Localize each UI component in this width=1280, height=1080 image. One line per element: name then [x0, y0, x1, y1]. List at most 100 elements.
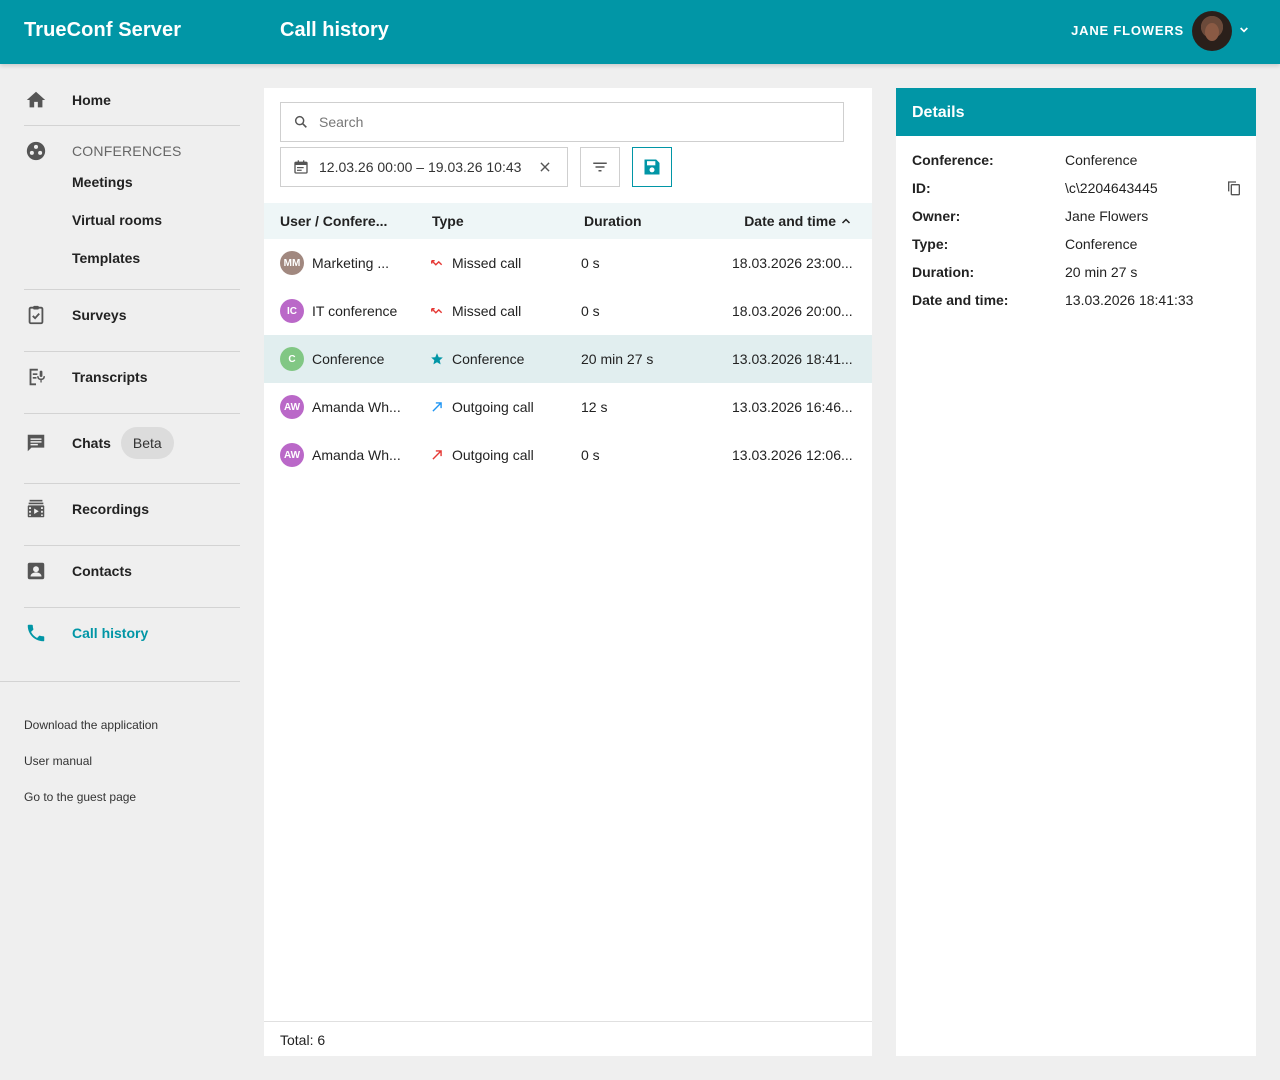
row-name: Conference — [312, 351, 385, 367]
detail-value: \c\2204643445 — [1065, 180, 1158, 196]
row-type: Missed call — [452, 255, 522, 271]
detail-label: Conference: — [912, 152, 994, 168]
table-row[interactable]: MM Marketing ... Missed call 0 s 18.03.2… — [264, 239, 872, 287]
row-type: Missed call — [452, 303, 522, 319]
row-duration: 0 s — [581, 303, 600, 319]
table-row[interactable]: IC IT conference Missed call 0 s 18.03.2… — [264, 287, 872, 335]
detail-label: Duration: — [912, 264, 975, 280]
detail-label: ID: — [912, 180, 931, 196]
detail-label: Date and time: — [912, 292, 1009, 308]
avatar[interactable] — [1192, 11, 1232, 51]
column-header-duration[interactable]: Duration — [584, 213, 642, 229]
sidebar-item-meetings[interactable]: Meetings — [72, 174, 133, 190]
contact-icon — [24, 559, 48, 583]
sidebar-item-templates[interactable]: Templates — [72, 250, 140, 266]
row-type: Conference — [452, 351, 525, 367]
divider — [24, 545, 240, 546]
row-datetime: 13.03.2026 16:46... — [732, 399, 853, 415]
outgoing-call-icon — [432, 450, 442, 460]
conferences-icon — [24, 139, 48, 163]
sidebar-item-virtual-rooms[interactable]: Virtual rooms — [72, 212, 162, 228]
top-bar: TrueConf Server Call history JANE FLOWER… — [0, 0, 1280, 64]
search-input[interactable] — [319, 114, 819, 130]
sidebar: Home CONFERENCES Meetings Virtual rooms … — [0, 64, 264, 1080]
page-title: Call history — [280, 19, 389, 41]
section-label: CONFERENCES — [72, 143, 182, 159]
sidebar-item-label: Chats — [72, 435, 111, 451]
column-header-user[interactable]: User / Confere... — [280, 213, 387, 229]
details-title: Details — [896, 88, 1256, 136]
column-header-type[interactable]: Type — [432, 213, 464, 229]
date-range-picker[interactable]: 12.03.26 00:00 – 19.03.26 10:43 — [280, 147, 568, 187]
row-datetime: 13.03.2026 18:41... — [732, 351, 853, 367]
table-header: User / Confere... Type Duration Date and… — [264, 203, 872, 239]
row-datetime: 13.03.2026 12:06... — [732, 447, 853, 463]
avatar-badge: AW — [280, 443, 304, 467]
table-row-selected[interactable]: C Conference Conference 20 min 27 s 13.0… — [264, 335, 872, 383]
download-app-link[interactable]: Download the application — [24, 718, 158, 732]
app-title[interactable]: TrueConf Server — [24, 19, 181, 42]
details-panel: Details Conference: Conference ID: \c\22… — [896, 88, 1256, 1056]
sidebar-item-label: Home — [72, 92, 111, 108]
sidebar-item-label: Call history — [72, 625, 149, 641]
row-name: IT conference — [312, 303, 398, 319]
detail-value: 20 min 27 s — [1065, 264, 1138, 280]
phone-icon — [24, 621, 48, 645]
sidebar-item-contacts[interactable]: Contacts — [24, 559, 240, 583]
table-row[interactable]: AW Amanda Wh... Outgoing call 0 s 13.03.… — [264, 431, 872, 479]
search-box[interactable] — [280, 102, 844, 142]
chat-icon — [24, 431, 48, 455]
sidebar-item-surveys[interactable]: Surveys — [24, 303, 240, 327]
sidebar-item-home[interactable]: Home — [24, 88, 240, 112]
sidebar-item-label: Contacts — [72, 563, 132, 579]
row-type: Outgoing call — [452, 399, 534, 415]
filter-icon — [593, 162, 607, 172]
row-datetime: 18.03.2026 23:00... — [732, 255, 853, 271]
row-name: Amanda Wh... — [312, 399, 401, 415]
divider — [24, 289, 240, 290]
close-icon — [540, 162, 550, 172]
row-datetime: 18.03.2026 20:00... — [732, 303, 853, 319]
guest-page-link[interactable]: Go to the guest page — [24, 790, 136, 804]
divider — [24, 413, 240, 414]
sidebar-item-label: Recordings — [72, 501, 150, 517]
row-duration: 12 s — [581, 399, 608, 415]
save-button[interactable] — [632, 147, 672, 187]
avatar-badge: MM — [280, 251, 304, 275]
avatar-badge: C — [280, 347, 304, 371]
divider — [0, 681, 240, 682]
divider — [24, 351, 240, 352]
calendar-icon — [294, 160, 308, 174]
star-icon — [431, 353, 443, 365]
clear-date-button[interactable] — [535, 157, 555, 177]
copy-icon[interactable] — [1226, 180, 1242, 196]
user-manual-link[interactable]: User manual — [24, 754, 92, 768]
table-row[interactable]: AW Amanda Wh... Outgoing call 12 s 13.03… — [264, 383, 872, 431]
user-name[interactable]: JANE FLOWERS — [1071, 23, 1184, 38]
table-body: MM Marketing ... Missed call 0 s 18.03.2… — [264, 239, 872, 479]
avatar-badge: IC — [280, 299, 304, 323]
divider — [24, 607, 240, 608]
sort-ascending-icon[interactable] — [840, 215, 852, 227]
floppy-disk-icon — [644, 159, 660, 175]
sidebar-item-chats[interactable]: Chats Beta — [24, 427, 240, 459]
search-icon — [294, 115, 307, 128]
beta-badge: Beta — [120, 427, 174, 459]
missed-call-icon — [431, 259, 443, 266]
detail-value: 13.03.2026 18:41:33 — [1065, 292, 1194, 308]
sidebar-item-call-history[interactable]: Call history — [24, 621, 240, 645]
detail-value: Conference — [1065, 236, 1138, 252]
outgoing-call-icon — [432, 402, 442, 412]
row-duration: 0 s — [581, 255, 600, 271]
chevron-down-icon[interactable] — [1236, 22, 1252, 38]
divider — [24, 125, 240, 126]
sidebar-item-recordings[interactable]: Recordings — [24, 497, 240, 521]
sidebar-item-transcripts[interactable]: Transcripts — [24, 365, 240, 389]
sidebar-item-label: Surveys — [72, 307, 127, 323]
call-history-panel: 12.03.26 00:00 – 19.03.26 10:43 User / C… — [264, 88, 872, 1056]
table-footer: Total: 6 — [264, 1021, 872, 1056]
filter-button[interactable] — [580, 147, 620, 187]
detail-label: Type: — [912, 236, 949, 252]
column-header-datetime[interactable]: Date and time — [744, 213, 836, 229]
divider — [24, 483, 240, 484]
